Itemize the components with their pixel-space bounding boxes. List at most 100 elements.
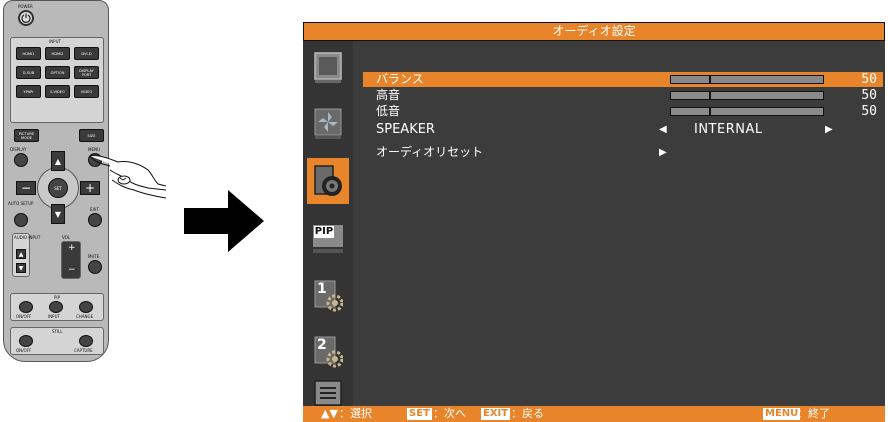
volume-rocker[interactable]: + − — [61, 241, 81, 279]
audio-input-label: AUDIO INPUT — [14, 235, 41, 240]
auto-setup-label: AUTO SETUP — [8, 201, 34, 206]
balance-slider-handle[interactable] — [709, 75, 711, 84]
input-label: INPUT — [49, 39, 61, 44]
audio-input-up-button[interactable]: ▲ — [16, 249, 26, 259]
exit-key-badge: EXIT — [481, 408, 511, 420]
sidebar-item-setting-2[interactable]: 2 — [307, 329, 349, 375]
sidebar-item-fan[interactable] — [307, 101, 349, 147]
pip-panel: PIP ON/OFF INPUT CHANGE — [10, 293, 104, 321]
sidebar-item-setting-1[interactable]: 1 — [307, 273, 349, 319]
input-hdmi2-button[interactable]: HDMI2 — [45, 47, 70, 60]
still-capture-button[interactable] — [79, 335, 93, 347]
hand-pointer-icon — [89, 155, 167, 199]
vol-plus: + — [68, 243, 76, 253]
pip-onoff-button[interactable] — [19, 301, 33, 313]
input-displayport-button[interactable]: DISPLAY PORT — [74, 66, 99, 79]
up-button[interactable]: ▲ — [51, 151, 65, 171]
speaker-next-arrow[interactable]: ▶ — [825, 122, 833, 137]
input-dsub-button[interactable]: D-SUB — [16, 66, 41, 79]
nav-arrows-icon: ▲▼ — [321, 407, 338, 420]
audio-input-panel: AUDIO INPUT ▲ ▼ — [12, 233, 40, 277]
still-panel: STILL ON/OFF CAPTURE — [10, 327, 104, 355]
power-button[interactable] — [18, 10, 34, 26]
down-button[interactable]: ▼ — [51, 204, 65, 224]
input-hdmi1-button[interactable]: HDMI1 — [16, 47, 41, 60]
speaker-icon — [314, 165, 342, 196]
balance-value: 50 — [861, 72, 877, 87]
pip-change-label: CHANGE — [76, 314, 94, 319]
speaker-label: SPEAKER — [376, 122, 435, 137]
treble-label: 高音 — [376, 88, 401, 102]
right-arrow-icon — [184, 190, 264, 252]
balance-label: バランス — [376, 72, 424, 86]
bass-label: 低音 — [376, 104, 401, 118]
osd-footer: ▲▼ ：選択 SET ：次へ EXIT ：戻る MENU ：終了 — [303, 406, 885, 422]
pip-icon-text: PIP — [314, 226, 334, 238]
pip-icon: PIP — [313, 225, 343, 247]
sidebar-item-audio[interactable] — [307, 158, 349, 204]
set-key-badge: SET — [407, 408, 432, 420]
pip-icon-base — [313, 249, 343, 253]
input-panel: INPUT HDMI1 HDMI2 DVI-D D-SUB OPTION DIS… — [10, 37, 104, 123]
mute-label: MUTE — [88, 254, 100, 259]
nav-hint: ：選択 — [339, 407, 372, 420]
menu-key-badge: MENU — [763, 408, 801, 420]
menu-hint: ：終了 — [797, 407, 830, 420]
power-icon — [21, 13, 31, 23]
pip-onoff-label: ON/OFF — [16, 314, 32, 319]
pip-input-label: INPUT — [48, 314, 60, 319]
treble-value: 50 — [861, 88, 877, 103]
audio-input-down-button[interactable]: ▼ — [16, 263, 26, 273]
exit-button[interactable] — [88, 213, 102, 227]
sidebar-item-picture[interactable] — [307, 45, 349, 91]
auto-setup-button[interactable] — [14, 213, 28, 227]
input-option-button[interactable]: OPTION — [45, 66, 70, 79]
speaker-value: INTERNAL — [694, 122, 763, 137]
menu-row-balance[interactable]: バランス 50 — [363, 72, 883, 87]
vol-minus: − — [68, 265, 76, 275]
still-onoff-button[interactable] — [19, 335, 33, 347]
display-button[interactable] — [14, 153, 28, 167]
menu-row-bass[interactable]: 低音 50 — [363, 104, 883, 119]
input-svideo-button[interactable]: S-VIDEO — [45, 85, 70, 98]
display-label: DISPLAY — [10, 147, 27, 152]
sidebar-item-pip[interactable]: PIP — [307, 217, 349, 263]
still-label: STILL — [52, 329, 63, 334]
speaker-prev-arrow[interactable]: ◀ — [659, 122, 667, 137]
treble-slider[interactable] — [670, 91, 824, 100]
still-capture-label: CAPTURE — [74, 348, 93, 353]
fan-icon — [314, 108, 342, 139]
picture-mode-button[interactable]: PICTURE MODE — [14, 129, 39, 142]
pip-input-button[interactable] — [49, 301, 63, 313]
pip-change-button[interactable] — [79, 301, 93, 313]
set-hint: ：次へ — [433, 407, 466, 420]
audio-reset-arrow: ▶ — [659, 147, 667, 158]
input-video-button[interactable]: VIDEO — [74, 85, 99, 98]
bass-slider-handle[interactable] — [709, 107, 711, 116]
still-onoff-label: ON/OFF — [16, 348, 32, 353]
vol-label: VOL — [62, 235, 71, 240]
menu-row-audio-reset[interactable]: オーディオリセット ▶ — [363, 145, 883, 160]
setting-2-digit: 2 — [317, 337, 327, 353]
pip-label: PIP — [54, 295, 61, 300]
exit-hint: ：戻る — [511, 407, 544, 420]
bass-value: 50 — [861, 104, 877, 119]
menu-row-treble[interactable]: 高音 50 — [363, 88, 883, 103]
input-ypbpr-button[interactable]: YPbPr — [16, 85, 41, 98]
monitor-icon — [314, 52, 342, 83]
minus-button[interactable]: − — [16, 181, 36, 195]
osd-screen: オーディオ設定 PIP 1 2 バランス 50 高音 50 低音 50 SPEA… — [303, 22, 885, 422]
input-dvid-button[interactable]: DVI-D — [74, 47, 99, 60]
treble-slider-handle[interactable] — [709, 91, 711, 100]
mute-button[interactable] — [88, 260, 102, 274]
setting-1-digit: 1 — [317, 281, 327, 297]
menu-row-speaker[interactable]: SPEAKER ◀ INTERNAL ▶ — [363, 122, 883, 137]
page-title: オーディオ設定 — [303, 22, 885, 41]
set-button[interactable]: SET — [48, 178, 68, 198]
remote-control: POWER INPUT HDMI1 HDMI2 DVI-D D-SUB OPTI… — [0, 0, 175, 365]
audio-reset-label: オーディオリセット — [376, 145, 484, 159]
balance-slider[interactable] — [670, 75, 824, 84]
osd-sidebar: PIP 1 2 — [303, 41, 353, 406]
bass-slider[interactable] — [670, 107, 824, 116]
power-label: POWER — [18, 4, 33, 9]
